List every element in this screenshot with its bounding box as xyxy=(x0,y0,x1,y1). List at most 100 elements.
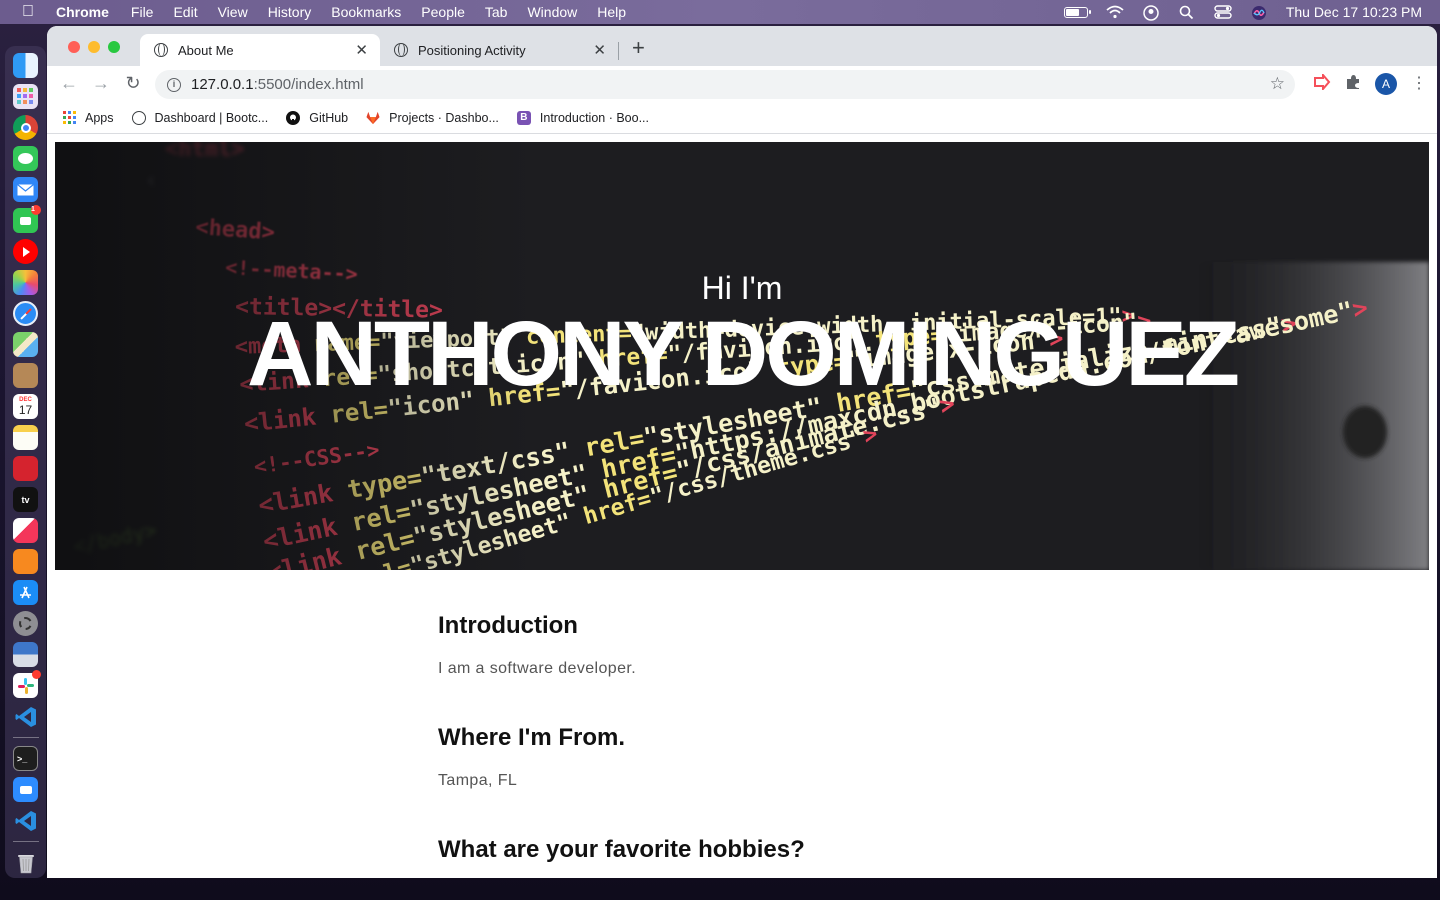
hero-banner: <html> ‹ <head><!--meta--><title></title… xyxy=(55,142,1429,570)
apple-tv-label: tv xyxy=(21,494,30,505)
slack-icon[interactable] xyxy=(13,670,41,698)
contacts-icon[interactable] xyxy=(13,363,38,388)
window-controls xyxy=(68,41,120,53)
close-window-button[interactable] xyxy=(68,41,80,53)
section-text-where-from: Tampa, FL xyxy=(438,772,518,789)
minimize-window-button[interactable] xyxy=(88,41,100,53)
dock-separator xyxy=(12,841,39,842)
battery-icon[interactable] xyxy=(1063,6,1091,18)
bookmark-label: Apps xyxy=(85,110,114,125)
terminal-icon[interactable]: >_ xyxy=(13,746,38,771)
menubar-item-tab[interactable]: Tab xyxy=(485,4,508,20)
user-account-icon[interactable] xyxy=(1142,5,1160,21)
menubar-item-help[interactable]: Help xyxy=(597,4,626,20)
bookmark-label: Introduction · Boo... xyxy=(539,110,649,125)
spotlight-search-icon[interactable] xyxy=(1178,5,1196,20)
new-tab-button[interactable]: + xyxy=(632,37,645,59)
launchpad-icon[interactable] xyxy=(13,84,38,109)
news-icon[interactable] xyxy=(13,518,38,543)
dock: 1 DEC 17 tv >_ xyxy=(5,46,46,878)
bootstrap-icon: B xyxy=(516,110,531,125)
preview-icon[interactable] xyxy=(13,642,38,667)
menubar-item-people[interactable]: People xyxy=(421,4,465,20)
messages-icon[interactable] xyxy=(13,146,38,171)
tab-label: About Me xyxy=(178,42,234,58)
bookmarks-bar: Apps Dashboard | Bootc... GitHub Project… xyxy=(47,102,1437,134)
section-heading-where-from: Where I'm From. xyxy=(438,724,626,751)
calendar-day: 17 xyxy=(18,402,33,417)
hero-name: ANTHONY DOMINGUEZ xyxy=(247,303,1240,405)
menubar-item-edit[interactable]: Edit xyxy=(173,4,197,20)
tab-positioning-activity[interactable]: Positioning Activity ✕ xyxy=(380,34,618,66)
macos-menubar:  Chrome File Edit View History Bookmark… xyxy=(0,0,1440,24)
address-bar[interactable]: i 127.0.0.1:5500/index.html ☆ xyxy=(155,70,1295,99)
vscode-window-icon[interactable] xyxy=(13,808,38,833)
wifi-icon[interactable] xyxy=(1106,5,1124,19)
app-store-icon[interactable] xyxy=(13,580,38,605)
dock-separator xyxy=(12,737,39,738)
bookmark-apps[interactable]: Apps xyxy=(63,111,114,125)
bookmark-gitlab-projects[interactable]: Projects · Dashbo... xyxy=(366,111,499,125)
globe-icon xyxy=(394,43,408,57)
youtube-music-icon[interactable] xyxy=(13,239,38,264)
calendar-icon[interactable]: DEC 17 xyxy=(13,394,38,419)
apple-tv-icon[interactable]: tv xyxy=(13,487,38,512)
menubar-item-file[interactable]: File xyxy=(131,4,154,20)
reload-icon[interactable]: ↻ xyxy=(122,73,144,94)
trash-icon[interactable] xyxy=(13,850,38,875)
more-menu-icon[interactable]: ⋮ xyxy=(1411,76,1427,92)
mail-icon[interactable] xyxy=(13,177,38,202)
toolbar-extensions: A ⋮ xyxy=(1313,71,1427,95)
about-content: Introduction I am a software developer. … xyxy=(438,612,1138,878)
menubar-item-view[interactable]: View xyxy=(218,4,248,20)
bookmark-dashboard[interactable]: Dashboard | Bootc... xyxy=(131,110,268,125)
bookmark-github[interactable]: GitHub xyxy=(286,110,349,125)
bookmark-label: Projects · Dashbo... xyxy=(389,110,499,125)
url-host: 127.0.0.1 xyxy=(191,76,254,93)
bookmark-star-icon[interactable]: ☆ xyxy=(1270,74,1285,94)
site-info-icon[interactable]: i xyxy=(167,77,181,92)
url-path: :5500/index.html xyxy=(253,76,364,93)
globe-icon xyxy=(154,43,168,57)
menubar-item-window[interactable]: Window xyxy=(527,4,577,20)
facetime-icon[interactable]: 1 xyxy=(13,205,41,233)
extension-pointer-icon[interactable] xyxy=(1313,71,1331,95)
bookmark-bootstrap-intro[interactable]: B Introduction · Boo... xyxy=(516,110,649,125)
close-tab-icon[interactable]: ✕ xyxy=(593,41,606,59)
apple-menu-icon[interactable]:  xyxy=(0,3,56,21)
menubar-clock[interactable]: Thu Dec 17 10:23 PM xyxy=(1286,4,1422,20)
photos-icon[interactable] xyxy=(13,270,38,295)
extensions-puzzle-icon[interactable] xyxy=(1345,74,1361,95)
zoom-icon[interactable] xyxy=(13,777,38,802)
menubar-item-bookmarks[interactable]: Bookmarks xyxy=(331,4,401,20)
siri-icon[interactable] xyxy=(1250,5,1268,20)
close-tab-icon[interactable]: ✕ xyxy=(355,41,368,59)
safari-icon[interactable] xyxy=(13,301,38,326)
books-icon[interactable] xyxy=(13,549,38,574)
maps-icon[interactable] xyxy=(13,332,38,357)
tab-divider xyxy=(618,42,619,60)
forward-arrow-icon[interactable]: → xyxy=(90,73,112,94)
zoom-window-button[interactable] xyxy=(108,41,120,53)
notes-icon[interactable] xyxy=(13,425,38,450)
profile-avatar[interactable]: A xyxy=(1375,73,1397,95)
github-icon xyxy=(286,110,301,125)
photo-booth-icon[interactable] xyxy=(13,456,38,481)
browser-toolbar: ← → ↻ i 127.0.0.1:5500/index.html ☆ A ⋮ xyxy=(47,66,1437,102)
vscode-icon[interactable] xyxy=(13,704,38,729)
section-heading-introduction: Introduction xyxy=(438,612,578,639)
finder-icon[interactable] xyxy=(13,53,38,78)
back-arrow-icon[interactable]: ← xyxy=(58,73,80,94)
gitlab-icon xyxy=(366,111,380,125)
chrome-icon[interactable] xyxy=(13,115,38,140)
tab-about-me[interactable]: About Me ✕ xyxy=(140,34,380,66)
control-center-icon[interactable] xyxy=(1214,5,1232,19)
globe-icon xyxy=(131,110,146,125)
menubar-item-history[interactable]: History xyxy=(268,4,312,20)
web-page: <html> ‹ <head><!--meta--><title></title… xyxy=(47,134,1437,878)
tab-label: Positioning Activity xyxy=(418,42,526,58)
menubar-app-name[interactable]: Chrome xyxy=(56,4,109,20)
system-preferences-icon[interactable] xyxy=(13,611,38,636)
bookmark-label: GitHub xyxy=(309,110,349,125)
chrome-window: About Me ✕ Positioning Activity ✕ + ← → … xyxy=(47,26,1437,878)
